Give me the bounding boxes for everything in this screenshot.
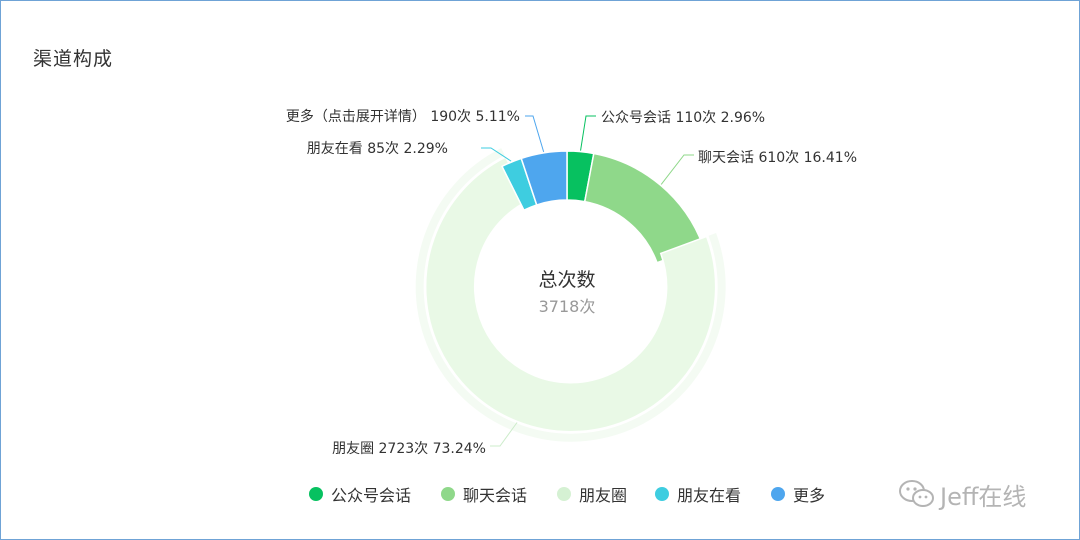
data-label: 公众号会话 110次 2.96% <box>601 110 765 126</box>
legend-dot <box>309 487 323 501</box>
legend-label: 聊天会话 <box>463 486 528 505</box>
data-label: 聊天会话 610次 16.41% <box>698 150 857 166</box>
leader-line <box>580 115 596 151</box>
legend-label: 公众号会话 <box>331 486 412 505</box>
watermark-text: Jeff在线 <box>940 482 1027 511</box>
legend-label: 朋友在看 <box>677 486 742 505</box>
legend-dot <box>557 487 571 501</box>
watermark: Jeff在线 <box>898 476 1026 512</box>
legend-item-more[interactable]: 更多 <box>771 480 825 508</box>
data-label[interactable]: 更多（点击展开详情） 190次 5.11% <box>286 108 520 125</box>
leader-line <box>525 115 545 153</box>
legend-dot <box>441 487 455 501</box>
donut-chart: 公众号会话 110次 2.96% 聊天会话 610次 16.41% 朋友圈 2723… <box>286 108 857 457</box>
legend-item-gongzhonghao[interactable]: 公众号会话 <box>309 480 411 508</box>
legend-label: 更多 <box>793 486 826 505</box>
leader-line <box>660 154 694 185</box>
legend-dot <box>771 487 785 501</box>
wechat-icon <box>899 480 934 507</box>
legend-item-friends-watching[interactable]: 朋友在看 <box>655 480 741 508</box>
legend-dot <box>655 487 669 501</box>
legend-label: 朋友圈 <box>579 486 628 505</box>
center-value: 3718次 <box>539 297 596 316</box>
legend-item-moments[interactable]: 朋友圈 <box>557 480 627 508</box>
legend-item-chat[interactable]: 聊天会话 <box>441 480 527 508</box>
center-label: 总次数 <box>538 269 595 291</box>
data-label: 朋友在看 85次 2.29% <box>307 141 448 157</box>
data-label: 朋友圈 2723次 73.24% <box>332 441 486 457</box>
